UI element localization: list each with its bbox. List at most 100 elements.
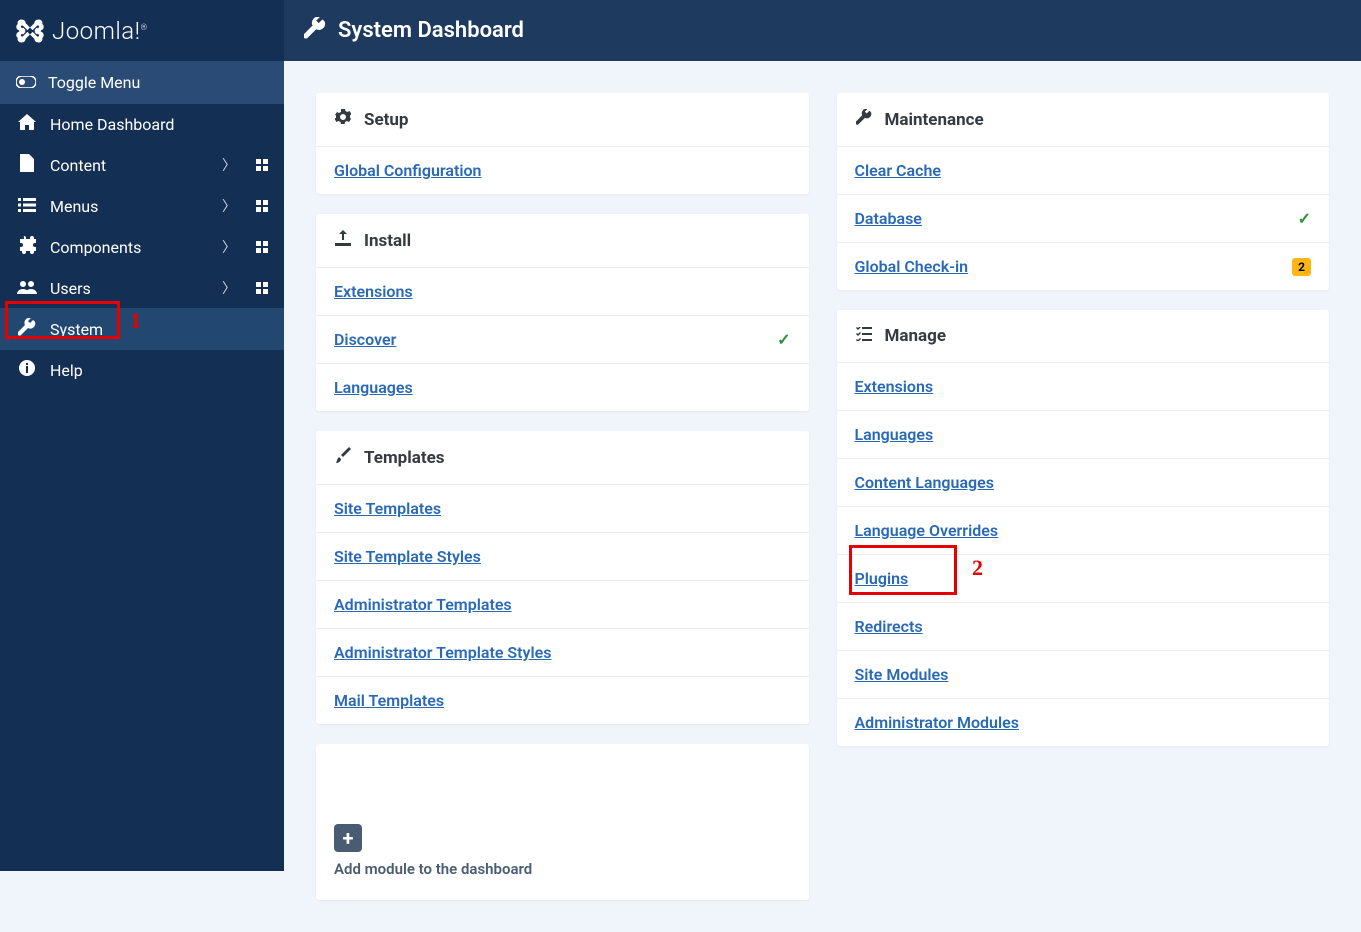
brush-icon (334, 447, 352, 468)
link-row: Redirects (837, 602, 1330, 650)
page-title: System Dashboard (338, 18, 524, 43)
sidebar-item-home-dashboard[interactable]: Home Dashboard (0, 104, 284, 144)
check-icon: ✓ (777, 330, 790, 349)
templates-panel: Templates Site Templates Site Template S… (316, 431, 809, 724)
link-row: Global Check-in 2 (837, 242, 1330, 290)
link-row: Administrator Template Styles (316, 628, 809, 676)
sidebar: Joomla!® Toggle Menu Home Dashboard Cont… (0, 0, 284, 871)
link-row: Discover ✓ (316, 315, 809, 363)
add-module-label: Add module to the dashboard (334, 860, 791, 878)
grid-icon[interactable] (256, 200, 268, 212)
chevron-right-icon: 〉 (222, 278, 236, 298)
brand-name: Joomla!® (52, 17, 148, 45)
link-row: Administrator Templates (316, 580, 809, 628)
link-row: Clear Cache (837, 146, 1330, 194)
sidebar-item-system[interactable]: System (0, 308, 284, 350)
grid-icon[interactable] (256, 159, 268, 171)
content-languages-link[interactable]: Content Languages (855, 473, 994, 492)
plus-icon: + (334, 824, 362, 852)
global-configuration-link[interactable]: Global Configuration (334, 161, 482, 180)
wrench-icon (304, 17, 326, 44)
chevron-right-icon: 〉 (222, 237, 236, 257)
languages-manage-link[interactable]: Languages (855, 425, 934, 444)
link-row: Languages (837, 410, 1330, 458)
redirects-link[interactable]: Redirects (855, 617, 923, 636)
discover-link[interactable]: Discover (334, 330, 396, 349)
link-row: Site Templates (316, 484, 809, 532)
panel-header: Manage (837, 310, 1330, 362)
clear-cache-link[interactable]: Clear Cache (855, 161, 942, 180)
add-module-card[interactable]: + Add module to the dashboard (316, 744, 809, 900)
panel-header: Install (316, 214, 809, 267)
right-column: Maintenance Clear Cache Database ✓ Globa… (837, 93, 1330, 746)
wrench-icon (855, 109, 873, 130)
link-row: Languages (316, 363, 809, 411)
setup-panel: Setup Global Configuration (316, 93, 809, 194)
panel-header: Templates (316, 431, 809, 484)
link-row: Content Languages (837, 458, 1330, 506)
link-row: Extensions (837, 362, 1330, 410)
toggle-menu[interactable]: Toggle Menu (0, 61, 284, 104)
sidebar-item-components[interactable]: Components 〉 (0, 226, 284, 268)
sidebar-item-label: Components (50, 238, 210, 257)
admin-templates-link[interactable]: Administrator Templates (334, 595, 512, 614)
chevron-right-icon: 〉 (222, 155, 236, 175)
extensions-manage-link[interactable]: Extensions (855, 377, 934, 396)
sidebar-item-label: Users (50, 279, 210, 298)
sidebar-item-users[interactable]: Users 〉 (0, 268, 284, 308)
panel-title: Install (364, 231, 411, 251)
site-modules-link[interactable]: Site Modules (855, 665, 949, 684)
list-check-icon (855, 326, 873, 346)
sidebar-item-label: Content (50, 156, 210, 175)
site-template-styles-link[interactable]: Site Template Styles (334, 547, 481, 566)
sidebar-item-content[interactable]: Content 〉 (0, 144, 284, 186)
language-overrides-link[interactable]: Language Overrides (855, 521, 999, 540)
brand[interactable]: Joomla!® (0, 0, 284, 61)
install-panel: Install Extensions Discover ✓ Languages (316, 214, 809, 411)
link-row: Global Configuration (316, 146, 809, 194)
languages-install-link[interactable]: Languages (334, 378, 413, 397)
sidebar-item-label: Home Dashboard (50, 115, 268, 134)
admin-modules-link[interactable]: Administrator Modules (855, 713, 1019, 732)
wrench-icon (16, 318, 38, 340)
content: Setup Global Configuration Install Exten… (284, 61, 1361, 932)
link-row: Extensions (316, 267, 809, 315)
sidebar-item-menus[interactable]: Menus 〉 (0, 186, 284, 226)
global-checkin-link[interactable]: Global Check-in (855, 257, 969, 276)
plugins-link[interactable]: Plugins (855, 569, 909, 588)
link-row: Administrator Modules (837, 698, 1330, 746)
users-icon (16, 279, 38, 298)
grid-icon[interactable] (256, 241, 268, 253)
toggle-label: Toggle Menu (48, 73, 140, 92)
panel-title: Templates (364, 448, 445, 468)
link-row: Site Template Styles (316, 532, 809, 580)
link-row: Language Overrides (837, 506, 1330, 554)
puzzle-icon (16, 236, 38, 258)
mail-templates-link[interactable]: Mail Templates (334, 691, 444, 710)
panel-header: Setup (316, 93, 809, 146)
list-icon (16, 197, 38, 216)
upload-icon (334, 230, 352, 251)
database-link[interactable]: Database (855, 209, 922, 228)
topbar: System Dashboard (284, 0, 1361, 61)
sidebar-item-label: Help (50, 361, 268, 380)
admin-template-styles-link[interactable]: Administrator Template Styles (334, 643, 552, 662)
left-column: Setup Global Configuration Install Exten… (316, 93, 809, 900)
link-row: Plugins (837, 554, 1330, 602)
toggle-icon (16, 73, 36, 92)
extensions-install-link[interactable]: Extensions (334, 282, 413, 301)
chevron-right-icon: 〉 (222, 196, 236, 216)
site-templates-link[interactable]: Site Templates (334, 499, 441, 518)
grid-icon[interactable] (256, 282, 268, 294)
sidebar-item-help[interactable]: Help (0, 350, 284, 390)
panel-title: Maintenance (885, 110, 984, 130)
gear-icon (334, 109, 352, 130)
check-icon: ✓ (1298, 209, 1311, 228)
file-icon (16, 154, 38, 176)
link-row: Site Modules (837, 650, 1330, 698)
link-row: Database ✓ (837, 194, 1330, 242)
sidebar-item-label: System (50, 320, 268, 339)
home-icon (16, 114, 38, 134)
joomla-logo-icon (16, 17, 44, 45)
panel-header: Maintenance (837, 93, 1330, 146)
